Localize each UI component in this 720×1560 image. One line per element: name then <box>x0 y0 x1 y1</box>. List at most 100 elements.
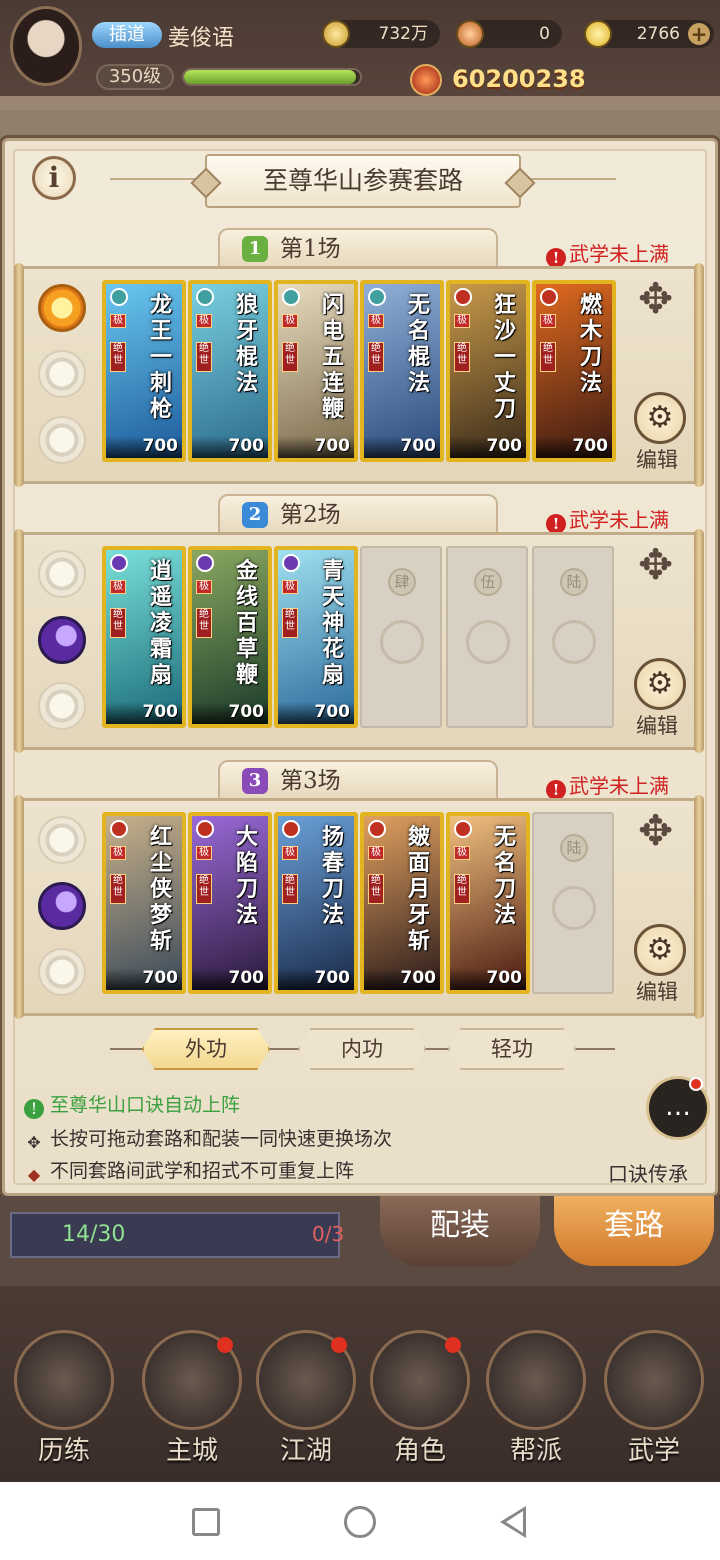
skill-level: 700 <box>142 702 179 722</box>
player-avatar[interactable] <box>10 6 82 86</box>
nav-item-5[interactable] <box>486 1330 586 1430</box>
back-icon[interactable] <box>500 1506 526 1538</box>
kue-inherit-label[interactable]: 口诀传承 <box>608 1158 688 1187</box>
add-gold-button[interactable]: + <box>688 23 710 45</box>
energy-bar: 14/30 0/3 <box>10 1212 344 1258</box>
nav-item-2[interactable] <box>142 1330 242 1430</box>
gear-icon[interactable]: ⚙ <box>634 392 686 444</box>
moon-orb-icon[interactable] <box>38 882 86 930</box>
warning-text: 武学未上满 <box>569 242 669 266</box>
empty-slot[interactable]: 陆 <box>532 812 614 994</box>
new-orb-icon[interactable] <box>38 416 86 464</box>
info-button[interactable]: i <box>32 156 76 200</box>
skill-card[interactable]: 极绝世 逍遥凌霜扇 700 <box>102 546 186 728</box>
sun-orb-icon[interactable] <box>38 284 86 332</box>
coin-resource: 732万 <box>322 20 440 48</box>
move-icon: ✥ <box>27 1133 41 1152</box>
element-gem-icon <box>110 288 128 306</box>
tab-qinggong[interactable]: 轻功 <box>448 1028 576 1070</box>
exp-fill <box>184 70 357 84</box>
nav-item-1[interactable] <box>14 1330 114 1430</box>
skill-card[interactable]: 极绝世 狼牙棍法 700 <box>188 280 272 462</box>
new-orb-icon[interactable] <box>38 948 86 996</box>
skill-name: 青天神花扇 <box>321 558 344 688</box>
skill-card[interactable]: 极绝世 狂沙一丈刀 700 <box>446 280 530 462</box>
moon-orb-icon[interactable] <box>38 616 86 664</box>
skill-name: 狼牙棍法 <box>235 292 258 396</box>
rarity-tag: 绝世 <box>196 342 212 372</box>
edit-label[interactable]: 编辑 <box>636 444 678 474</box>
nav-label[interactable]: 角色 <box>365 1430 475 1467</box>
skill-card[interactable]: 极绝世 无名刀法 700 <box>446 812 530 994</box>
nav-label[interactable]: 江湖 <box>251 1430 361 1467</box>
warning-text: 武学未上满 <box>569 774 669 798</box>
tab-neigong[interactable]: 内功 <box>298 1028 426 1070</box>
combat-power: 60200238 <box>410 62 586 96</box>
nav-item-3[interactable] <box>256 1330 356 1430</box>
element-gem-icon <box>196 288 214 306</box>
gear-icon[interactable]: ⚙ <box>634 658 686 710</box>
slot-number: 陆 <box>560 568 588 596</box>
section-label: 第1场 <box>280 236 341 262</box>
grade-tag: 极 <box>110 846 126 860</box>
edit-label[interactable]: 编辑 <box>636 710 678 740</box>
nav-label[interactable]: 历练 <box>9 1430 119 1467</box>
skill-name: 燃木刀法 <box>579 292 602 396</box>
new-orb-icon[interactable] <box>38 682 86 730</box>
nav-item-6[interactable] <box>604 1330 704 1430</box>
grade-tag: 极 <box>454 846 470 860</box>
title-deco-right <box>526 178 616 180</box>
grade-tag: 极 <box>368 846 384 860</box>
vip-tag: 插道 <box>92 22 162 48</box>
skill-card[interactable]: 极绝世 红尘侠梦斩 700 <box>102 812 186 994</box>
rarity-tag: 绝世 <box>110 342 126 372</box>
home-icon[interactable] <box>344 1506 376 1538</box>
notification-dot <box>445 1337 461 1353</box>
skill-name: 皴面月牙斩 <box>407 824 430 954</box>
skill-card[interactable]: 极绝世 青天神花扇 700 <box>274 546 358 728</box>
slot-number: 陆 <box>560 834 588 862</box>
rarity-tag: 绝世 <box>454 874 470 904</box>
empty-slot[interactable]: 伍 <box>446 546 528 728</box>
skill-level: 700 <box>486 968 523 988</box>
element-gem-icon <box>540 288 558 306</box>
skill-card[interactable]: 极绝世 皴面月牙斩 700 <box>360 812 444 994</box>
empty-slot[interactable]: 陆 <box>532 546 614 728</box>
warning-icon: ! <box>546 248 566 268</box>
slot-pattern-icon <box>552 620 596 664</box>
skill-card[interactable]: 极绝世 燃木刀法 700 <box>532 280 616 462</box>
slot-pattern-icon <box>380 620 424 664</box>
drag-move-icon[interactable]: ✥ <box>638 544 673 586</box>
edit-label[interactable]: 编辑 <box>636 976 678 1006</box>
drag-move-icon[interactable]: ✥ <box>638 278 673 320</box>
panel-title: 至尊华山参赛套路 <box>205 154 521 208</box>
recent-apps-icon[interactable] <box>192 1508 220 1536</box>
skill-card[interactable]: 极绝世 扬春刀法 700 <box>274 812 358 994</box>
nav-label[interactable]: 武学 <box>599 1430 709 1467</box>
element-gem-icon <box>282 820 300 838</box>
skill-card[interactable]: 极绝世 闪电五连鞭 700 <box>274 280 358 462</box>
sun-orb-icon[interactable] <box>38 816 86 864</box>
skill-card[interactable]: 极绝世 龙王一刺枪 700 <box>102 280 186 462</box>
tab-waigong[interactable]: 外功 <box>142 1028 270 1070</box>
skill-card[interactable]: 极绝世 无名棍法 700 <box>360 280 444 462</box>
skill-name: 无名刀法 <box>493 824 516 928</box>
equip-button[interactable]: 配装 <box>380 1196 540 1266</box>
nav-label[interactable]: 主城 <box>137 1430 247 1467</box>
route-button[interactable]: 套路 <box>554 1196 714 1266</box>
drag-move-icon[interactable]: ✥ <box>638 810 673 852</box>
nav-item-4[interactable] <box>370 1330 470 1430</box>
skill-card[interactable]: 极绝世 金线百草鞭 700 <box>188 546 272 728</box>
skill-level: 700 <box>314 436 351 456</box>
element-gem-icon <box>368 288 386 306</box>
chat-button[interactable]: … <box>646 1076 710 1140</box>
slot-pattern-icon <box>466 620 510 664</box>
sun-orb-icon[interactable] <box>38 550 86 598</box>
gear-icon[interactable]: ⚙ <box>634 924 686 976</box>
skill-card[interactable]: 极绝世 大陷刀法 700 <box>188 812 272 994</box>
moon-orb-icon[interactable] <box>38 350 86 398</box>
skill-level: 700 <box>142 436 179 456</box>
empty-slot[interactable]: 肆 <box>360 546 442 728</box>
skill-name: 大陷刀法 <box>235 824 258 928</box>
nav-label[interactable]: 帮派 <box>481 1430 591 1467</box>
